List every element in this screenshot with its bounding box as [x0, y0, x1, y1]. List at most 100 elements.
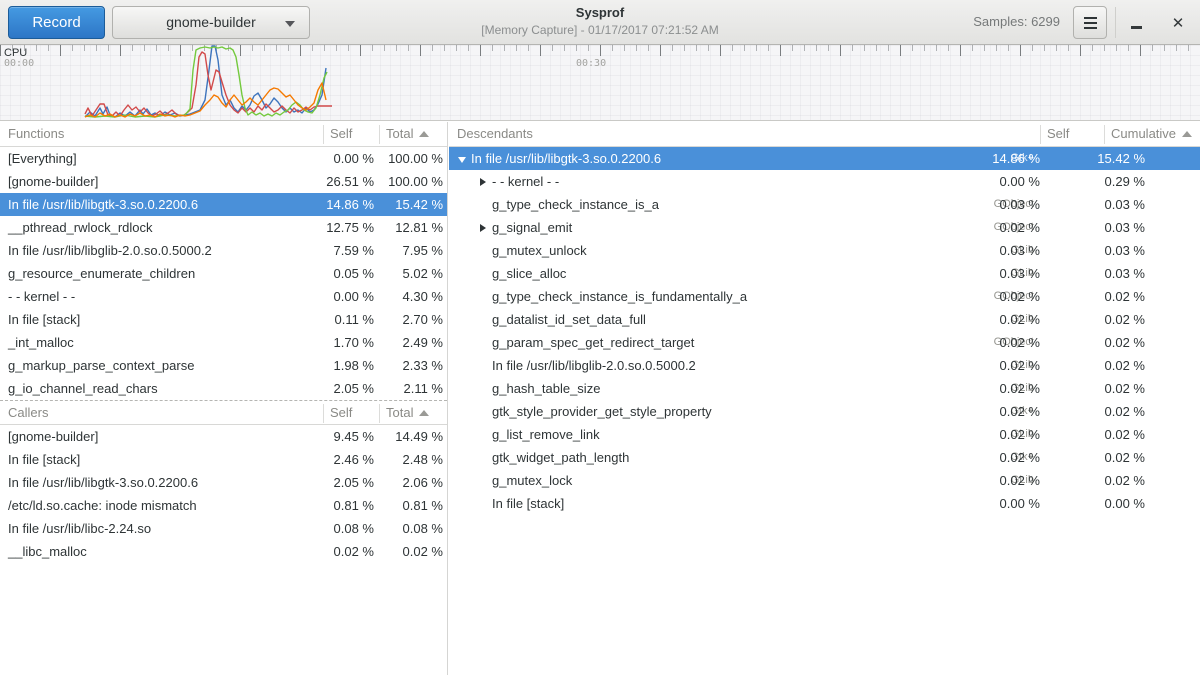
cell-function-name: [Everything]: [0, 147, 318, 170]
expander-closed-icon[interactable]: [478, 177, 488, 187]
expander-spacer: [478, 200, 488, 210]
target-process-dropdown[interactable]: gnome-builder: [112, 6, 310, 39]
cell-self-percent: 14.86 %: [976, 147, 1040, 170]
sysprof-window: Record gnome-builder Sysprof [Memory Cap…: [0, 0, 1200, 675]
descendant-row[interactable]: g_hash_table_sizeGLib0.02 %0.02 %: [449, 377, 1200, 400]
expander-closed-icon[interactable]: [478, 223, 488, 233]
function-row[interactable]: - - kernel - -0.00 %4.30 %: [0, 285, 447, 308]
expander-spacer: [478, 315, 488, 325]
cell-total-percent: 2.33 %: [374, 354, 443, 377]
cell-self-percent: 2.05 %: [300, 377, 374, 400]
functions-list: [Everything]0.00 %100.00 %[gnome-builder…: [0, 147, 447, 400]
functions-total-column-header[interactable]: Total: [386, 122, 429, 147]
time-tick-start: 00:00: [4, 58, 34, 69]
function-row[interactable]: g_markup_parse_context_parse1.98 %2.33 %: [0, 354, 447, 377]
cell-function-name: In file /usr/lib/libgtk-3.so.0.2200.6: [0, 471, 318, 494]
caller-row[interactable]: __libc_malloc0.02 %0.02 %: [0, 540, 447, 563]
expander-spacer: [478, 246, 488, 256]
function-row[interactable]: [gnome-builder]26.51 %100.00 %: [0, 170, 447, 193]
cell-total-percent: 2.48 %: [374, 448, 443, 471]
cell-total-percent: 0.08 %: [374, 517, 443, 540]
descendants-self-column-header[interactable]: Self: [1047, 122, 1069, 147]
minimize-button[interactable]: [1116, 0, 1156, 45]
cell-total-percent: 100.00 %: [374, 147, 443, 170]
descendant-row[interactable]: g_mutex_lockGLib0.02 %0.02 %: [449, 469, 1200, 492]
functions-column-header[interactable]: Functions: [0, 122, 64, 147]
descendant-row[interactable]: g_datalist_id_set_data_fullGLib0.02 %0.0…: [449, 308, 1200, 331]
callers-self-column-header[interactable]: Self: [330, 401, 352, 426]
function-row[interactable]: g_io_channel_read_chars2.05 %2.11 %: [0, 377, 447, 400]
cell-cumulative-percent: 0.02 %: [1040, 377, 1145, 400]
caller-row[interactable]: In file [stack]2.46 %2.48 %: [0, 448, 447, 471]
cell-descendant-name: g_hash_table_size: [492, 377, 600, 400]
cell-descendant-name: g_type_check_instance_is_fundamentally_a: [492, 285, 747, 308]
callers-column-header[interactable]: Callers: [0, 401, 48, 426]
expander-spacer: [478, 407, 488, 417]
cell-cumulative-percent: 0.02 %: [1040, 331, 1145, 354]
descendant-row[interactable]: g_slice_allocGLib0.03 %0.03 %: [449, 262, 1200, 285]
function-row[interactable]: In file /usr/lib/libgtk-3.so.0.2200.614.…: [0, 193, 447, 216]
cell-descendant-name: g_mutex_unlock: [492, 239, 587, 262]
cell-self-percent: 0.03 %: [976, 239, 1040, 262]
cpu-graph-canvas: [0, 45, 1200, 121]
function-row[interactable]: [Everything]0.00 %100.00 %: [0, 147, 447, 170]
cpu-graph[interactable]: CPU 00:00 00:30: [0, 45, 1200, 121]
descendant-row[interactable]: - - kernel - -0.00 %0.29 %: [449, 170, 1200, 193]
cell-cumulative-percent: 0.02 %: [1040, 446, 1145, 469]
descendant-row[interactable]: gtk_style_provider_get_style_propertyGtk…: [449, 400, 1200, 423]
callers-total-column-header[interactable]: Total: [386, 401, 429, 426]
cell-self-percent: 0.02 %: [976, 285, 1040, 308]
close-button[interactable]: ✕: [1158, 0, 1198, 45]
cell-function-name: g_io_channel_read_chars: [0, 377, 318, 400]
cell-self-percent: 0.02 %: [976, 216, 1040, 239]
cell-function-name: - - kernel - -: [0, 285, 318, 308]
cell-cumulative-percent: 0.03 %: [1040, 239, 1145, 262]
callers-list: [gnome-builder]9.45 %14.49 %In file [sta…: [0, 425, 447, 563]
cell-function-name: __libc_malloc: [0, 540, 318, 563]
cell-self-percent: 12.75 %: [300, 216, 374, 239]
close-icon: ✕: [1172, 14, 1185, 32]
descendant-row[interactable]: g_type_check_instance_is_aGObject0.03 %0…: [449, 193, 1200, 216]
descendant-row[interactable]: In file [stack]0.00 %0.00 %: [449, 492, 1200, 515]
caller-row[interactable]: /etc/ld.so.cache: inode mismatch0.81 %0.…: [0, 494, 447, 517]
descendant-row[interactable]: In file /usr/lib/libglib-2.0.so.0.5000.2…: [449, 354, 1200, 377]
descendant-row[interactable]: In file /usr/lib/libgtk-3.so.0.2200.6Gtk…: [449, 147, 1200, 170]
functions-self-column-header[interactable]: Self: [330, 122, 352, 147]
descendant-row[interactable]: g_list_remove_linkGLib0.02 %0.02 %: [449, 423, 1200, 446]
caller-row[interactable]: In file /usr/lib/libgtk-3.so.0.2200.62.0…: [0, 471, 447, 494]
menu-button[interactable]: [1073, 6, 1107, 39]
cell-self-percent: 0.00 %: [976, 492, 1040, 515]
caller-row[interactable]: [gnome-builder]9.45 %14.49 %: [0, 425, 447, 448]
cell-self-percent: 0.11 %: [300, 308, 374, 331]
cell-descendant-name: In file /usr/lib/libglib-2.0.so.0.5000.2: [492, 354, 696, 377]
window-subtitle: [Memory Capture] - 01/17/2017 07:21:52 A…: [481, 23, 718, 37]
descendants-cumulative-column-header[interactable]: Cumulative: [1111, 122, 1192, 147]
chevron-down-icon: [285, 21, 295, 27]
expander-open-icon[interactable]: [457, 154, 467, 164]
descendant-row[interactable]: g_signal_emitGObject0.02 %0.03 %: [449, 216, 1200, 239]
record-button[interactable]: Record: [8, 6, 105, 39]
descendant-row[interactable]: g_mutex_unlockGLib0.03 %0.03 %: [449, 239, 1200, 262]
function-row[interactable]: In file /usr/lib/libglib-2.0.so.0.5000.2…: [0, 239, 447, 262]
cell-cumulative-percent: 0.02 %: [1040, 308, 1145, 331]
cell-descendant-name: g_list_remove_link: [492, 423, 600, 446]
sort-ascending-icon: [419, 131, 429, 137]
function-row[interactable]: __pthread_rwlock_rdlock12.75 %12.81 %: [0, 216, 447, 239]
caller-row[interactable]: In file /usr/lib/libc-2.24.so0.08 %0.08 …: [0, 517, 447, 540]
cell-total-percent: 5.02 %: [374, 262, 443, 285]
function-row[interactable]: In file [stack]0.11 %2.70 %: [0, 308, 447, 331]
cell-total-percent: 15.42 %: [374, 193, 443, 216]
descendant-row[interactable]: gtk_widget_path_lengthGtk+0.02 %0.02 %: [449, 446, 1200, 469]
descendants-tree: In file /usr/lib/libgtk-3.so.0.2200.6Gtk…: [449, 147, 1200, 515]
function-row[interactable]: g_resource_enumerate_children0.05 %5.02 …: [0, 262, 447, 285]
cell-self-percent: 0.02 %: [976, 354, 1040, 377]
descendant-row[interactable]: g_type_check_instance_is_fundamentally_a…: [449, 285, 1200, 308]
cell-cumulative-percent: 0.03 %: [1040, 262, 1145, 285]
cell-total-percent: 4.30 %: [374, 285, 443, 308]
descendant-row[interactable]: g_param_spec_get_redirect_targetGObject0…: [449, 331, 1200, 354]
sort-ascending-icon: [419, 410, 429, 416]
cell-total-percent: 12.81 %: [374, 216, 443, 239]
descendants-column-header[interactable]: Descendants: [449, 122, 533, 147]
function-row[interactable]: _int_malloc1.70 %2.49 %: [0, 331, 447, 354]
cell-total-percent: 14.49 %: [374, 425, 443, 448]
